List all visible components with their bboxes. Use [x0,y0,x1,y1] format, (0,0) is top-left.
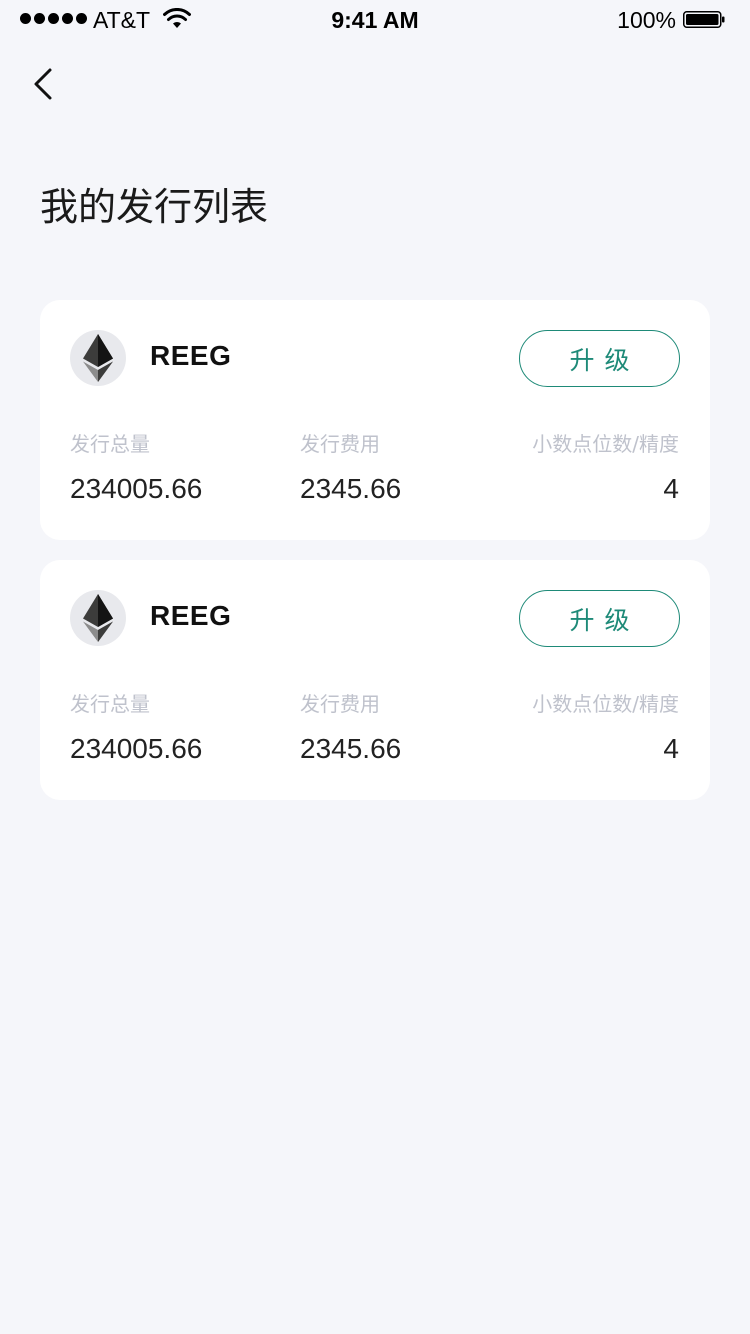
token-name: REEG [150,340,232,371]
ethereum-icon [83,334,113,382]
issue-fee-label: 发行费用 [300,692,380,716]
page-title: 我的发行列表 [40,185,269,229]
token-card: REEG 升级 发行总量 发行费用 小数点位数/精度 234005.66 234… [40,300,710,540]
decimals-label: 小数点位数/精度 [532,692,679,716]
back-button[interactable] [20,60,64,108]
token-name: REEG [150,600,232,631]
token-card: REEG 升级 发行总量 发行费用 小数点位数/精度 234005.66 234… [40,560,710,800]
decimals-value: 4 [663,473,679,504]
battery-percentage: 100% [617,7,676,33]
total-issued-label: 发行总量 [70,692,150,716]
status-bar: AT&T 9:41 AM 100% [0,0,750,40]
token-logo [70,590,126,646]
total-issued-label: 发行总量 [70,432,150,456]
ethereum-icon [83,594,113,642]
issue-fee-label: 发行费用 [300,432,380,456]
total-issued-value: 234005.66 [70,733,203,764]
decimals-value: 4 [663,733,679,764]
issue-fee-value: 2345.66 [300,473,402,504]
chevron-left-icon [34,68,52,100]
token-logo [70,330,126,386]
issue-fee-value: 2345.66 [300,733,402,764]
battery-icon [683,11,725,28]
decimals-label: 小数点位数/精度 [532,432,679,456]
upgrade-button[interactable]: 升级 [519,590,680,647]
upgrade-button[interactable]: 升级 [519,330,680,387]
total-issued-value: 234005.66 [70,473,203,504]
